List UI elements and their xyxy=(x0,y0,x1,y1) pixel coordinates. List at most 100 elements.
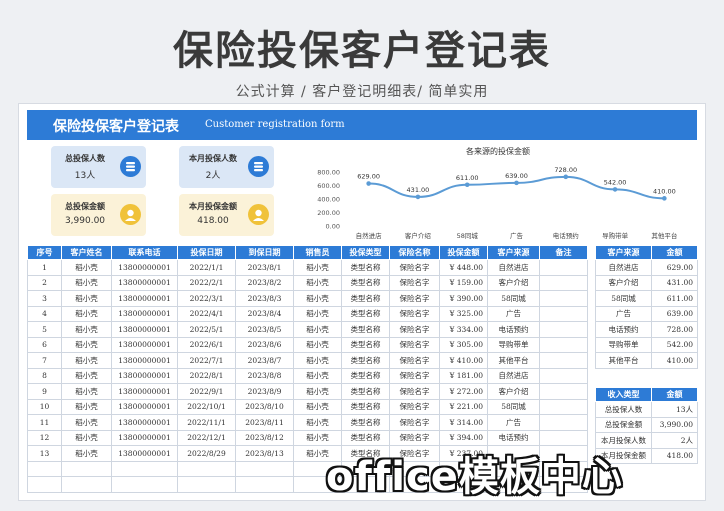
table-cell[interactable]: 4 xyxy=(27,305,62,322)
table-cell[interactable] xyxy=(539,259,588,276)
table-cell[interactable]: ¥ 314.00 xyxy=(439,414,488,431)
table-cell[interactable]: 类型名称 xyxy=(341,352,390,369)
table-cell[interactable]: 客户介绍 xyxy=(487,383,540,400)
table-cell[interactable]: 2 xyxy=(27,274,62,291)
table-cell[interactable]: 2022/3/1 xyxy=(177,290,236,307)
table-cell[interactable]: 电话预约 xyxy=(595,321,652,338)
table-cell[interactable] xyxy=(61,476,112,493)
table-cell[interactable]: 1 xyxy=(27,259,62,276)
table-cell[interactable] xyxy=(539,414,588,431)
table-cell[interactable]: 类型名称 xyxy=(341,274,390,291)
table-cell[interactable]: 13800000001 xyxy=(111,383,178,400)
table-cell[interactable]: 稻小壳 xyxy=(293,414,342,431)
table-cell[interactable]: 稻小壳 xyxy=(61,445,112,462)
table-cell[interactable]: 2023/8/8 xyxy=(235,367,294,384)
table-cell[interactable]: 13800000001 xyxy=(111,274,178,291)
table-cell[interactable]: 13人 xyxy=(651,401,698,418)
table-cell[interactable] xyxy=(539,274,588,291)
table-cell[interactable]: 保险名字 xyxy=(389,398,440,415)
table-cell[interactable]: 广告 xyxy=(595,305,652,322)
table-cell[interactable]: ¥ 181.00 xyxy=(439,367,488,384)
table-cell[interactable]: 13800000001 xyxy=(111,352,178,369)
table-cell[interactable]: 类型名称 xyxy=(341,259,390,276)
table-cell[interactable]: 保险名字 xyxy=(389,414,440,431)
table-cell[interactable]: 7 xyxy=(27,352,62,369)
table-cell[interactable]: 广告 xyxy=(487,414,540,431)
table-cell[interactable]: 保险名字 xyxy=(389,274,440,291)
table-cell[interactable]: 稻小壳 xyxy=(293,259,342,276)
table-cell[interactable] xyxy=(235,476,294,493)
table-cell[interactable]: 13800000001 xyxy=(111,259,178,276)
table-cell[interactable]: 6 xyxy=(27,336,62,353)
table-cell[interactable]: 客户介绍 xyxy=(595,274,652,291)
table-cell[interactable]: 2023/8/5 xyxy=(235,321,294,338)
table-cell[interactable]: 稻小壳 xyxy=(293,321,342,338)
table-cell[interactable]: 2022/4/1 xyxy=(177,305,236,322)
table-cell[interactable]: 2023/8/3 xyxy=(235,290,294,307)
table-cell[interactable]: 类型名称 xyxy=(341,414,390,431)
table-cell[interactable]: 58同城 xyxy=(487,290,540,307)
table-cell[interactable]: 2022/8/1 xyxy=(177,367,236,384)
table-cell[interactable]: 保险名字 xyxy=(389,383,440,400)
table-cell[interactable]: 2022/10/1 xyxy=(177,398,236,415)
table-cell[interactable]: 稻小壳 xyxy=(293,367,342,384)
table-cell[interactable]: 2023/8/13 xyxy=(235,445,294,462)
table-cell[interactable]: 类型名称 xyxy=(341,383,390,400)
table-cell[interactable]: 稻小壳 xyxy=(293,398,342,415)
table-cell[interactable]: ¥ 334.00 xyxy=(439,321,488,338)
table-cell[interactable]: 2023/8/1 xyxy=(235,259,294,276)
table-cell[interactable]: 2023/8/6 xyxy=(235,336,294,353)
table-cell[interactable] xyxy=(539,336,588,353)
table-cell[interactable]: 13800000001 xyxy=(111,290,178,307)
table-cell[interactable] xyxy=(177,476,236,493)
table-cell[interactable]: 稻小壳 xyxy=(61,336,112,353)
table-cell[interactable]: 自然进店 xyxy=(487,367,540,384)
table-cell[interactable] xyxy=(27,460,62,477)
table-cell[interactable]: ¥ 390.00 xyxy=(439,290,488,307)
table-cell[interactable]: 类型名称 xyxy=(341,321,390,338)
table-cell[interactable]: 稻小壳 xyxy=(61,398,112,415)
table-cell[interactable] xyxy=(61,460,112,477)
table-cell[interactable]: 13800000001 xyxy=(111,398,178,415)
table-cell[interactable]: 稻小壳 xyxy=(61,352,112,369)
table-cell[interactable]: 2022/11/1 xyxy=(177,414,236,431)
table-cell[interactable] xyxy=(539,352,588,369)
table-cell[interactable]: 稻小壳 xyxy=(61,274,112,291)
table-cell[interactable] xyxy=(539,367,588,384)
table-cell[interactable]: 5 xyxy=(27,321,62,338)
table-cell[interactable]: 13800000001 xyxy=(111,414,178,431)
table-cell[interactable]: 2023/8/10 xyxy=(235,398,294,415)
table-cell[interactable]: 稻小壳 xyxy=(293,274,342,291)
table-cell[interactable]: 13800000001 xyxy=(111,321,178,338)
table-cell[interactable]: 58同城 xyxy=(487,398,540,415)
table-cell[interactable]: 稻小壳 xyxy=(61,290,112,307)
table-cell[interactable]: 13800000001 xyxy=(111,336,178,353)
table-cell[interactable] xyxy=(539,383,588,400)
table-cell[interactable]: 稻小壳 xyxy=(61,259,112,276)
table-cell[interactable]: 自然进店 xyxy=(487,259,540,276)
table-cell[interactable]: 类型名称 xyxy=(341,290,390,307)
table-cell[interactable]: 类型名称 xyxy=(341,367,390,384)
table-cell[interactable]: 电话预约 xyxy=(487,321,540,338)
table-cell[interactable]: 2023/8/7 xyxy=(235,352,294,369)
table-cell[interactable]: ¥ 272.00 xyxy=(439,383,488,400)
table-cell[interactable] xyxy=(111,460,178,477)
table-cell[interactable]: 2023/8/12 xyxy=(235,429,294,446)
table-cell[interactable]: 稻小壳 xyxy=(61,321,112,338)
table-cell[interactable]: 10 xyxy=(27,398,62,415)
table-cell[interactable]: 稻小壳 xyxy=(293,383,342,400)
table-cell[interactable]: 稻小壳 xyxy=(61,383,112,400)
table-cell[interactable]: 13800000001 xyxy=(111,305,178,322)
table-cell[interactable] xyxy=(539,398,588,415)
table-cell[interactable]: 稻小壳 xyxy=(293,290,342,307)
table-cell[interactable]: 其他平台 xyxy=(487,352,540,369)
table-cell[interactable]: 58同城 xyxy=(595,290,652,307)
table-cell[interactable]: 稻小壳 xyxy=(293,352,342,369)
table-cell[interactable] xyxy=(111,476,178,493)
table-cell[interactable]: ¥ 325.00 xyxy=(439,305,488,322)
table-cell[interactable]: 2022/7/1 xyxy=(177,352,236,369)
table-cell[interactable]: 广告 xyxy=(487,305,540,322)
table-cell[interactable]: 13800000001 xyxy=(111,445,178,462)
table-cell[interactable]: 自然进店 xyxy=(595,259,652,276)
table-cell[interactable]: 418.00 xyxy=(651,447,698,464)
